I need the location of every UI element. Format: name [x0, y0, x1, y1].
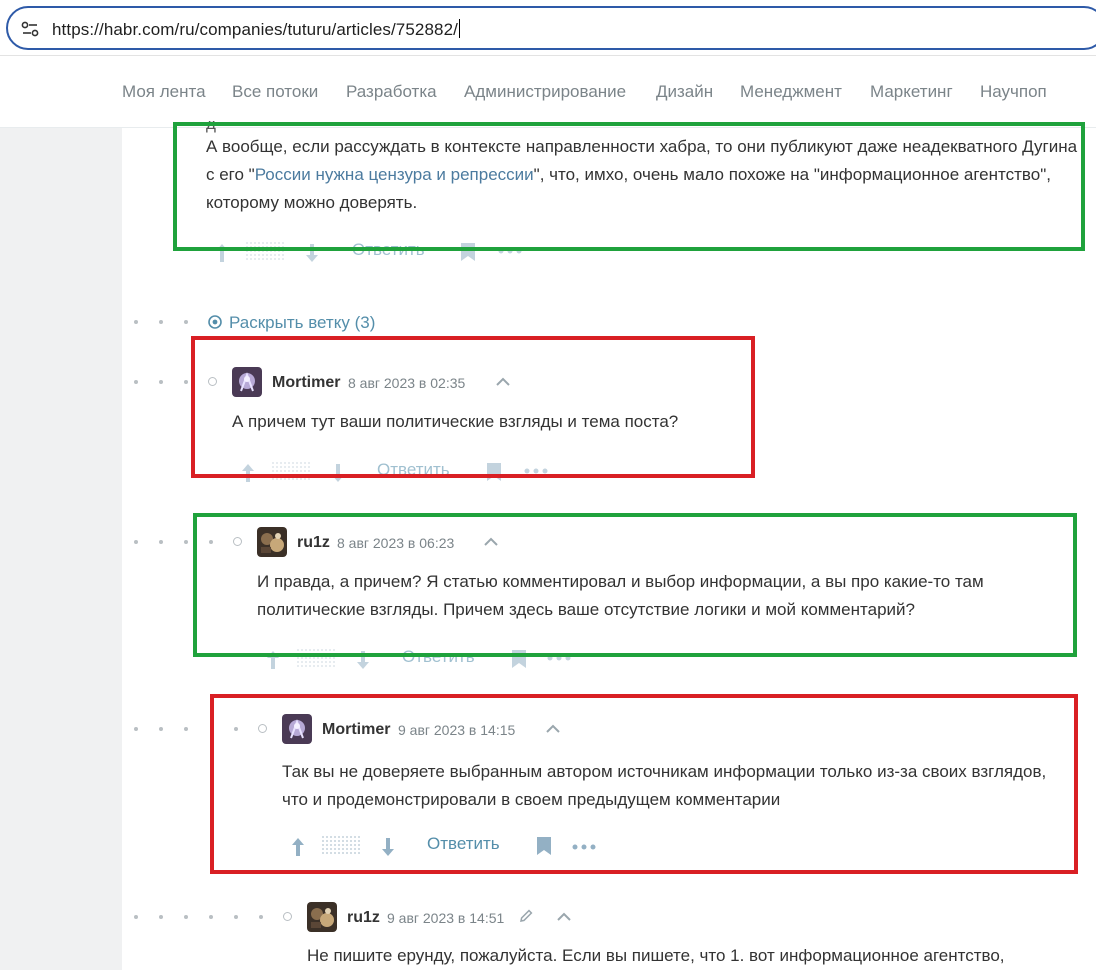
thread-dot — [159, 727, 163, 731]
comment-author[interactable]: Mortimer — [322, 721, 390, 739]
url-text[interactable]: https://habr.com/ru/companies/tuturu/art… — [52, 19, 460, 40]
thread-dot — [159, 915, 163, 919]
comment-text: Не пишите ерунду, пожалуйста. Если вы пи… — [307, 946, 1005, 965]
comment-author[interactable]: ru1z — [297, 534, 330, 552]
rating-placeholder — [297, 649, 337, 669]
comment-date[interactable]: 8 авг 2023 в 06:23 — [337, 535, 454, 551]
chevron-up-icon[interactable] — [557, 912, 571, 922]
arrow-up-icon[interactable] — [240, 462, 256, 484]
thread-dot — [234, 727, 238, 731]
rating-placeholder — [322, 836, 362, 856]
bookmark-icon[interactable] — [460, 242, 476, 262]
reply-button[interactable]: Ответить — [377, 460, 450, 480]
thread-dot — [184, 540, 188, 544]
thread-dot — [134, 727, 138, 731]
nav-item-all-streams[interactable]: Все потоки — [232, 82, 318, 102]
thread-dot — [259, 915, 263, 919]
text-caret — [458, 19, 460, 38]
comment-text: И правда, а причем? Я статью комментиров… — [257, 572, 984, 619]
reply-button[interactable]: Ответить — [427, 834, 500, 854]
hubs-navigation: Моя лента Все потоки Разработка Админист… — [0, 56, 1096, 128]
thread-dot — [159, 540, 163, 544]
arrow-down-icon[interactable] — [304, 242, 320, 264]
expand-branch-link[interactable]: Раскрыть ветку (3) — [229, 313, 375, 333]
comment-author[interactable]: ru1z — [347, 909, 380, 927]
more-dots-icon[interactable] — [524, 468, 548, 474]
arrow-up-icon[interactable] — [214, 242, 230, 264]
thread-dot — [234, 915, 238, 919]
thread-dot — [134, 380, 138, 384]
nav-item-popsci[interactable]: Научпоп — [980, 82, 1047, 102]
thread-dot — [159, 320, 163, 324]
pencil-icon — [520, 909, 533, 922]
thread-dot — [184, 727, 188, 731]
bookmark-icon[interactable] — [486, 462, 502, 482]
chevron-up-icon[interactable] — [546, 724, 560, 734]
nav-item-my-feed[interactable]: Моя лента — [122, 82, 206, 102]
arrow-down-icon[interactable] — [355, 649, 371, 671]
thread-dot — [209, 915, 213, 919]
comment-date[interactable]: 9 авг 2023 в 14:51 — [387, 910, 504, 926]
address-bar[interactable]: https://habr.com/ru/companies/tuturu/art… — [6, 6, 1096, 50]
nav-item-design[interactable]: Дизайн — [656, 82, 713, 102]
nav-item-marketing[interactable]: Маркетинг — [870, 82, 953, 102]
comment-actions: Ответить — [232, 460, 562, 486]
more-dots-icon[interactable] — [547, 655, 571, 661]
thread-ring — [233, 537, 242, 546]
bookmark-icon[interactable] — [511, 649, 527, 669]
bookmark-icon[interactable] — [536, 836, 552, 856]
comment-date[interactable]: 8 авг 2023 в 02:35 — [348, 375, 465, 391]
site-settings-icon[interactable] — [20, 19, 40, 39]
thread-dot — [134, 540, 138, 544]
nav-item-development[interactable]: Разработка — [346, 82, 437, 102]
nav-item-management[interactable]: Менеджмент — [740, 82, 842, 102]
comment-text: А вообще, если рассуждать в контексте на… — [206, 137, 1078, 212]
rating-placeholder — [246, 242, 286, 262]
comment-author[interactable]: Mortimer — [272, 374, 340, 392]
comment-actions: Ответить — [206, 240, 536, 266]
left-gutter — [0, 128, 122, 970]
more-dots-icon[interactable] — [572, 844, 596, 850]
chevron-up-icon[interactable] — [496, 377, 510, 387]
avatar[interactable] — [257, 527, 287, 557]
thread-dot — [184, 915, 188, 919]
thread-dot — [209, 540, 213, 544]
nav-item-administration[interactable]: Администрирование — [464, 82, 626, 102]
comment-text: А причем тут ваши политические взгляды и… — [232, 412, 679, 431]
thread-dot — [134, 915, 138, 919]
avatar[interactable] — [232, 367, 262, 397]
chevron-up-icon[interactable] — [484, 537, 498, 547]
thread-ring — [208, 377, 217, 386]
more-dots-icon[interactable] — [498, 248, 522, 254]
arrow-up-icon[interactable] — [290, 836, 306, 858]
thread-dot — [184, 380, 188, 384]
comment-link[interactable]: России нужна цензура и репрессии — [255, 165, 534, 184]
thread-ring — [283, 912, 292, 921]
comment-text: Так вы не доверяете выбранным автором ис… — [282, 762, 1047, 809]
comment-actions: Ответить — [257, 647, 587, 673]
thread-ring — [258, 724, 267, 733]
thread-dot — [159, 380, 163, 384]
thread-dot — [184, 320, 188, 324]
arrow-down-icon[interactable] — [330, 462, 346, 484]
arrow-down-icon[interactable] — [380, 836, 396, 858]
browser-toolbar: https://habr.com/ru/companies/tuturu/art… — [0, 0, 1096, 56]
thread-dot — [134, 320, 138, 324]
arrow-up-icon[interactable] — [265, 649, 281, 671]
rating-placeholder — [272, 462, 312, 482]
reply-button[interactable]: Ответить — [352, 240, 425, 260]
comment-date[interactable]: 9 авг 2023 в 14:15 — [398, 722, 515, 738]
target-circle-icon — [208, 315, 222, 329]
avatar[interactable] — [282, 714, 312, 744]
avatar[interactable] — [307, 902, 337, 932]
highlight-box-red — [191, 336, 755, 478]
reply-button[interactable]: Ответить — [402, 647, 475, 667]
comment-actions: Ответить — [282, 834, 612, 860]
